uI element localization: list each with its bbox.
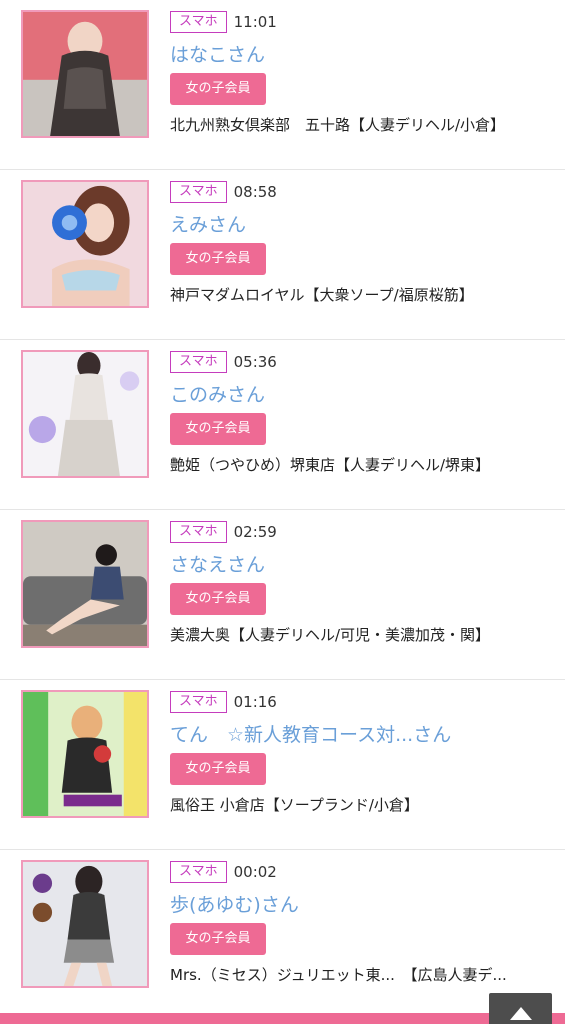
shop-name[interactable]: Mrs.（ミセス）ジュリエット東... 【広島人妻デ... [170,964,507,985]
footer-accent-bar [0,1013,565,1024]
entry-meta: スマホ 00:02 [170,860,277,884]
profile-photo[interactable] [21,690,149,818]
arrow-up-icon [510,1007,532,1020]
shop-name[interactable]: 風俗王 小倉店【ソープランド/小倉】 [170,794,419,815]
access-time: 08:58 [233,183,277,201]
member-badge: 女の子会員 [170,583,266,615]
profile-photo[interactable] [21,860,149,988]
member-badge: 女の子会員 [170,753,266,785]
entry-meta: スマホ 02:59 [170,520,277,544]
list-item[interactable]: スマホ 02:59 さなえさん 女の子会員 美濃大奥【人妻デリヘル/可児・美濃加… [0,510,565,680]
smartphone-badge: スマホ [170,181,227,203]
profile-photo-image [23,522,147,646]
profile-photo[interactable] [21,10,149,138]
member-badge: 女の子会員 [170,243,266,275]
smartphone-badge: スマホ [170,861,227,883]
scroll-to-top-button[interactable] [489,993,552,1024]
profile-photo-image [23,12,147,136]
access-time: 01:16 [233,693,277,711]
list-item[interactable]: スマホ 05:36 このみさん 女の子会員 艶姫（つやひめ）堺東店【人妻デリヘル… [0,340,565,510]
profile-photo-image [23,352,147,476]
profile-photo-image [23,862,147,986]
access-time: 05:36 [233,353,277,371]
girl-name-link[interactable]: このみさん [170,380,265,407]
profile-photo[interactable] [21,350,149,478]
list-item[interactable]: スマホ 01:16 てん ☆新人教育コース対...さん 女の子会員 風俗王 小倉… [0,680,565,850]
girl-name-link[interactable]: えみさん [170,210,246,237]
entry-meta: スマホ 11:01 [170,10,277,34]
profile-photo[interactable] [21,520,149,648]
list-item[interactable]: スマホ 00:02 歩(あゆむ)さん 女の子会員 Mrs.（ミセス）ジュリエット… [0,850,565,1020]
smartphone-badge: スマホ [170,691,227,713]
member-badge: 女の子会員 [170,923,266,955]
girl-name-link[interactable]: てん ☆新人教育コース対...さん [170,720,451,747]
member-badge: 女の子会員 [170,73,266,105]
smartphone-badge: スマホ [170,11,227,33]
smartphone-badge: スマホ [170,521,227,543]
profile-photo[interactable] [21,180,149,308]
girl-name-link[interactable]: さなえさん [170,550,265,577]
access-time: 00:02 [233,863,277,881]
entry-meta: スマホ 01:16 [170,690,277,714]
member-badge: 女の子会員 [170,413,266,445]
entry-meta: スマホ 08:58 [170,180,277,204]
access-time: 11:01 [233,13,277,31]
list-item[interactable]: スマホ 11:01 はなこさん 女の子会員 北九州熟女倶楽部 五十路【人妻デリヘ… [0,0,565,170]
shop-name[interactable]: 艶姫（つやひめ）堺東店【人妻デリヘル/堺東】 [170,454,490,475]
access-time: 02:59 [233,523,277,541]
shop-name[interactable]: 美濃大奥【人妻デリヘル/可児・美濃加茂・関】 [170,624,490,645]
shop-name[interactable]: 北九州熟女倶楽部 五十路【人妻デリヘル/小倉】 [170,114,505,135]
list-item[interactable]: スマホ 08:58 えみさん 女の子会員 神戸マダムロイヤル【大衆ソープ/福原桜… [0,170,565,340]
entry-meta: スマホ 05:36 [170,350,277,374]
smartphone-badge: スマホ [170,351,227,373]
profile-photo-image [23,692,147,816]
profile-photo-image [23,182,147,306]
girl-name-link[interactable]: 歩(あゆむ)さん [170,890,299,917]
shop-name[interactable]: 神戸マダムロイヤル【大衆ソープ/福原桜筋】 [170,284,474,305]
girl-name-link[interactable]: はなこさん [170,40,265,67]
